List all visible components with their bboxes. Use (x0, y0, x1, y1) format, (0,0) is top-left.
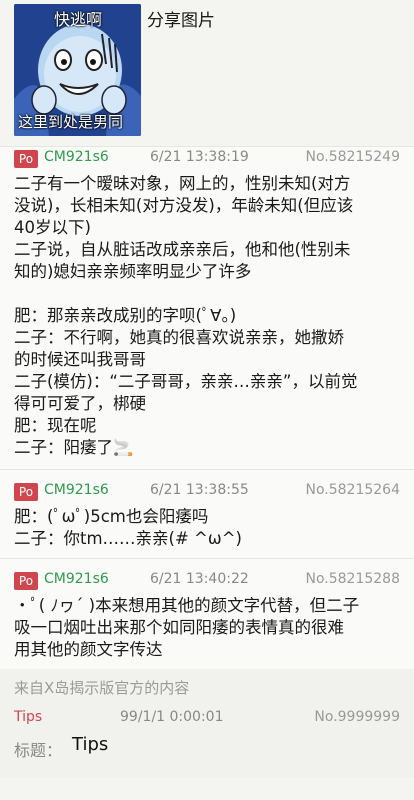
post-text-line: 得可可爱了，梆硬 (14, 394, 146, 413)
cookie-id[interactable]: CM921s6 (44, 482, 109, 498)
post-text-line: 知的)媳妇亲亲频率明显少了许多 (14, 262, 252, 281)
post-text-line: 二子：你tm……亲亲(# ^ω^) (14, 529, 242, 548)
post-text-line (14, 283, 400, 305)
post-time: 6/21 13:38:19 (150, 149, 249, 165)
post-meta: Po CM921s6 6/21 13:38:19 No.58215249 (14, 147, 400, 173)
po-badge: Po (14, 483, 38, 501)
post-text-line: 二子(模仿)：“二子哥哥，亲亲…亲亲”，以前觉 (14, 372, 358, 391)
post-text-line: ·ﾟ( ﾉヮ´ )本来想用其他的颜文字代替，但二子 (14, 596, 360, 615)
cookie-id[interactable]: CM921s6 (44, 149, 109, 165)
tips-post-number[interactable]: No.9999999 (314, 709, 400, 725)
official-content-note: 来自X岛揭示版官方的内容 (0, 669, 414, 703)
tips-name: Tips (14, 709, 43, 725)
reply-post: Po CM921s6 6/21 13:38:55 No.58215264 肥：(ﾟωﾟ)… (0, 469, 414, 558)
share-image-link[interactable]: 分享图片 (147, 6, 215, 31)
post-meta: Po CM921s6 6/21 13:38:55 No.58215264 (14, 480, 400, 506)
post-time: 6/21 13:38:55 (150, 482, 249, 498)
post-text-line: 肥：(ﾟωﾟ)5cm也会阳痿吗 (14, 507, 209, 526)
post-number[interactable]: No.58215288 (306, 571, 401, 587)
post-number[interactable]: No.58215249 (306, 149, 401, 165)
post-time: 6/21 13:40:22 (150, 571, 249, 587)
post-text-line: 肥：现在呢 (14, 416, 97, 435)
post-text-line: 没说)，长相未知(对方没发)，年龄未知(但应该 (14, 196, 354, 215)
post-text-line: 二子：不行啊，她真的很喜欢说亲亲，她撒娇 (14, 328, 344, 347)
post-meta: Po CM921s6 6/21 13:40:22 No.58215288 (14, 569, 400, 595)
title-value: Tips (72, 734, 109, 755)
post-text-line: 二子有一个暧昧对象，网上的，性别未知(对方 (14, 174, 351, 193)
post-number[interactable]: No.58215264 (306, 482, 401, 498)
tips-time: 99/1/1 0:00:01 (120, 709, 224, 725)
post-text-line: 肥：那亲亲改成别的字呗(ﾟ∀。) (14, 306, 237, 325)
meme-caption-bottom: 这里到处是男同 (18, 113, 124, 131)
cookie-id[interactable]: CM921s6 (44, 571, 109, 587)
meme-image[interactable]: 快逃啊 这里到处是男同 (14, 4, 141, 136)
po-badge: Po (14, 572, 38, 590)
meme-caption-top: 快逃啊 (54, 10, 103, 29)
post-text-line: 二子说，自从脏话改成亲亲后，他和他(性别未 (14, 240, 351, 259)
post-text-line: 40岁以下) (14, 218, 91, 237)
reply-post: Po CM921s6 6/21 13:38:19 No.58215249 二子有一个暧昧… (0, 146, 414, 469)
post-text-line: 吸一口烟吐出来那个如同阳痿的表情真的很难 (14, 618, 344, 637)
reply-post: Po CM921s6 6/21 13:40:22 No.58215288 ·ﾟ( ﾉヮ´… (0, 558, 414, 669)
post-text-line: 二子：阳痿了🚬 (14, 438, 134, 457)
thread-header: 快逃啊 这里到处是男同 分享图片 (0, 0, 414, 146)
tips-post: Tips 99/1/1 0:00:01 No.9999999 标题： Tips (0, 703, 414, 777)
title-label: 标题： (14, 741, 63, 760)
po-badge: Po (14, 150, 38, 168)
post-text-line: 用其他的颜文字传达 (14, 640, 163, 659)
post-text-line: 的时候还叫我哥哥 (14, 350, 146, 369)
